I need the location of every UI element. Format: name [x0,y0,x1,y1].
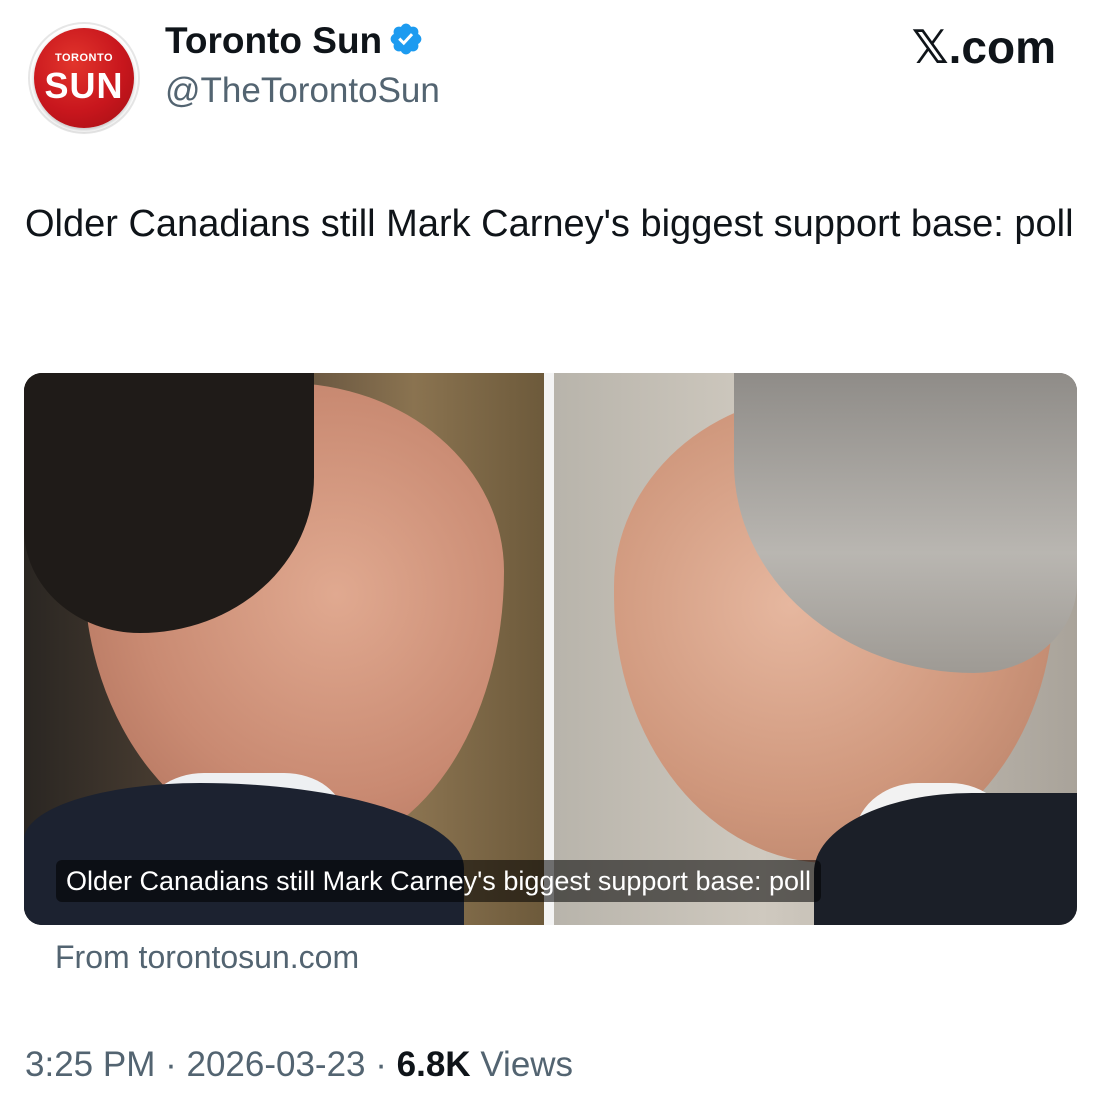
card-caption: Older Canadians still Mark Carney's bigg… [56,860,822,902]
tweet-meta: 3:25 PM · 2026-03-23 · 6.8K Views [25,1043,573,1087]
tweet-time[interactable]: 3:25 PM [25,1045,155,1084]
views-count: 6.8K [396,1045,471,1084]
link-card[interactable]: Older Canadians still Mark Carney's bigg… [24,373,1077,925]
avatar[interactable]: TORONTO SUN [28,22,140,134]
author-name[interactable]: Toronto Sun [165,20,382,61]
author-name-row[interactable]: Toronto Sun [165,20,424,66]
photo-right [554,373,1077,925]
views-label: Views [480,1045,574,1084]
tweet-date[interactable]: 2026-03-23 [186,1045,365,1084]
author-handle[interactable]: @TheTorontoSun [165,70,440,112]
tweet-text: Older Canadians still Mark Carney's bigg… [25,203,1074,245]
photo-left [24,373,544,925]
verified-badge-icon [388,21,424,66]
card-source[interactable]: From torontosun.com [55,937,359,977]
meta-separator: · [375,1045,387,1084]
logo-main-text: SUN [44,65,124,106]
x-logo-icon: 𝕏.com [911,21,1056,73]
toronto-sun-logo: TORONTO SUN [34,28,134,128]
logo-small-text: TORONTO [54,52,114,64]
image-divider [544,373,554,925]
meta-separator: · [165,1045,177,1084]
